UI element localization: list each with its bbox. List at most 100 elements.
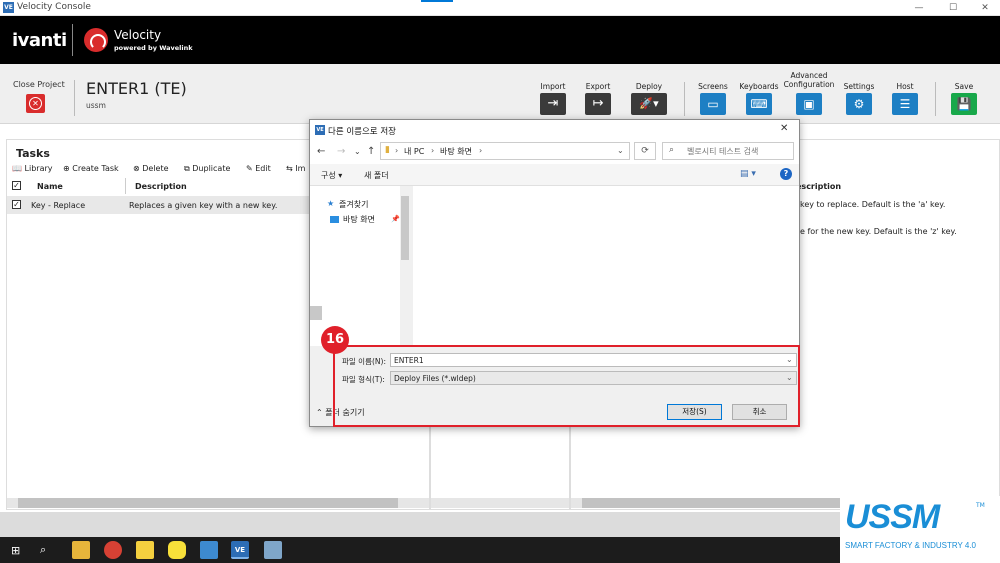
screens-label: Screens xyxy=(698,82,728,91)
import-task-button[interactable]: ⇆ Im xyxy=(286,164,305,173)
deploy-label: Deploy xyxy=(635,82,663,91)
advanced-label-line2: Configuration xyxy=(783,80,835,89)
step-number-badge: 16 xyxy=(321,326,349,354)
help-icon[interactable]: ? xyxy=(780,168,792,180)
delete-x-icon: ⊗ xyxy=(133,164,140,173)
navigation-pane xyxy=(310,186,410,346)
back-arrow-icon[interactable]: ← xyxy=(317,146,325,157)
edit-task-button[interactable]: ✎ Edit xyxy=(246,164,271,173)
new-folder-button[interactable]: 새 폴더 xyxy=(364,170,389,181)
brand-bar: ivanti Velocity powered by Wavelink xyxy=(0,16,1000,64)
host-label: Host xyxy=(896,82,914,91)
velocity-taskbar-icon[interactable]: VE xyxy=(231,541,249,559)
duplicate-icon: ⧉ xyxy=(184,164,190,173)
edit-label: Edit xyxy=(255,164,271,173)
advanced-config-icon: ▣ xyxy=(796,93,822,115)
tasks-title: Tasks xyxy=(16,147,50,160)
save-button[interactable]: Save 💾 xyxy=(947,82,981,118)
maximize-button[interactable]: ☐ xyxy=(940,1,966,15)
window-close-button[interactable]: ✕ xyxy=(972,1,998,15)
folder-icon: ▮ xyxy=(385,145,390,155)
delete-label: Delete xyxy=(142,164,169,173)
column-header-name[interactable]: Name xyxy=(37,182,63,191)
export-icon: ↦ xyxy=(585,93,611,115)
plus-circle-icon: ⊕ xyxy=(63,164,70,173)
velocity-logo-icon xyxy=(84,28,108,52)
task-name-cell: Key - Replace xyxy=(31,201,86,210)
param-row-2: e for the new key. Default is the 'z' ke… xyxy=(800,227,957,236)
path-sep-icon-2: › xyxy=(431,146,435,155)
middle-horizontal-scrollbar[interactable] xyxy=(431,498,569,508)
ivanti-logo: ivanti xyxy=(12,30,67,51)
app-window-icon[interactable] xyxy=(200,541,218,559)
column-divider xyxy=(125,178,126,194)
keyboards-button[interactable]: Keyboards ⌨ xyxy=(738,82,780,118)
window-titlebar: VE Velocity Console — ☐ ✕ xyxy=(0,0,1000,16)
dialog-app-icon: VE xyxy=(315,125,325,135)
select-all-checkbox[interactable]: ✓ xyxy=(12,181,21,190)
row-checkbox[interactable]: ✓ xyxy=(12,200,21,209)
file-explorer-icon[interactable] xyxy=(72,541,90,559)
nav-pane-scroll-thumb[interactable] xyxy=(401,196,409,260)
screens-icon: ▭ xyxy=(700,93,726,115)
ussm-tagline: SMART FACTORY & INDUSTRY 4.0 xyxy=(845,541,977,550)
export-button[interactable]: Export ↦ xyxy=(581,82,615,118)
file-list-area[interactable] xyxy=(413,186,799,346)
brand-divider xyxy=(72,24,73,56)
nav-favorites[interactable]: 즐겨찾기 xyxy=(339,199,368,210)
host-button[interactable]: Host ☰ xyxy=(888,82,922,118)
nav-pane-hscroll-thumb[interactable] xyxy=(310,306,322,320)
library-button[interactable]: 📖 Library xyxy=(12,164,53,173)
duplicate-task-button[interactable]: ⧉ Duplicate xyxy=(184,164,230,174)
view-options-icon[interactable]: ▤ ▾ xyxy=(740,169,756,179)
path-folder[interactable]: 바탕 화면 xyxy=(440,146,472,157)
sticky-notes-icon[interactable] xyxy=(136,541,154,559)
chrome-icon[interactable] xyxy=(104,541,122,559)
column-header-description[interactable]: Description xyxy=(135,182,187,191)
titlebar-accent xyxy=(421,0,453,2)
search-input[interactable]: ⌕ 벨로시티 테스트 검색 xyxy=(662,142,794,160)
import-icon: ⇥ xyxy=(540,93,566,115)
address-dropdown-icon[interactable]: ⌄ xyxy=(617,146,624,155)
pencil-icon: ✎ xyxy=(246,164,253,173)
ussm-tm: TM xyxy=(976,502,985,509)
refresh-button[interactable]: ⟳ xyxy=(634,142,656,160)
address-bar[interactable]: ▮ › 내 PC › 바탕 화면 › ⌄ xyxy=(380,142,630,160)
windows-start-icon[interactable]: ⊞ xyxy=(11,544,20,557)
kakaotalk-icon[interactable] xyxy=(168,541,186,559)
up-arrow-icon[interactable]: ↑ xyxy=(367,146,375,157)
desktop-icon xyxy=(330,216,339,223)
close-project-button[interactable] xyxy=(26,94,45,113)
delete-task-button[interactable]: ⊗ Delete xyxy=(133,164,169,173)
export-label: Export xyxy=(585,82,611,91)
tasks-scroll-thumb[interactable] xyxy=(18,498,398,508)
taskbar-search-icon[interactable]: ⌕ xyxy=(40,543,46,557)
keyboards-label: Keyboards xyxy=(739,82,779,91)
star-icon: ★ xyxy=(327,199,335,208)
import-task-label: Im xyxy=(295,164,306,173)
settings-button[interactable]: Settings ⚙ xyxy=(842,82,876,118)
toolbar-divider-2 xyxy=(684,82,685,116)
import-button[interactable]: Import ⇥ xyxy=(536,82,570,118)
minimize-button[interactable]: — xyxy=(906,1,932,15)
dialog-close-button[interactable]: ✕ xyxy=(780,123,788,134)
create-task-button[interactable]: ⊕ Create Task xyxy=(63,164,119,173)
recent-chevron-icon[interactable]: ⌄ xyxy=(354,147,361,156)
advanced-configuration-button[interactable]: Advanced Configuration ▣ xyxy=(782,71,836,119)
screens-button[interactable]: Screens ▭ xyxy=(696,82,730,118)
organize-button[interactable]: 구성 ▾ xyxy=(321,170,342,181)
deploy-button[interactable]: Deploy 🚀▾ xyxy=(628,82,670,118)
close-project-label: Close Project xyxy=(13,80,65,89)
library-label: Library xyxy=(24,164,53,173)
project-subtitle: ussm xyxy=(86,101,106,110)
import-task-icon: ⇆ xyxy=(286,164,293,173)
nav-desktop[interactable]: 바탕 화면 xyxy=(343,214,375,225)
floppy-save-icon: 💾 xyxy=(951,93,977,115)
params-scroll-thumb[interactable] xyxy=(582,498,842,508)
path-root[interactable]: 내 PC xyxy=(404,146,424,157)
notepad-icon[interactable] xyxy=(264,541,282,559)
task-description-cell: Replaces a given key with a new key. xyxy=(129,201,278,210)
duplicate-label: Duplicate xyxy=(192,164,231,173)
window-title: Velocity Console xyxy=(17,2,91,12)
forward-arrow-icon[interactable]: → xyxy=(337,146,345,157)
